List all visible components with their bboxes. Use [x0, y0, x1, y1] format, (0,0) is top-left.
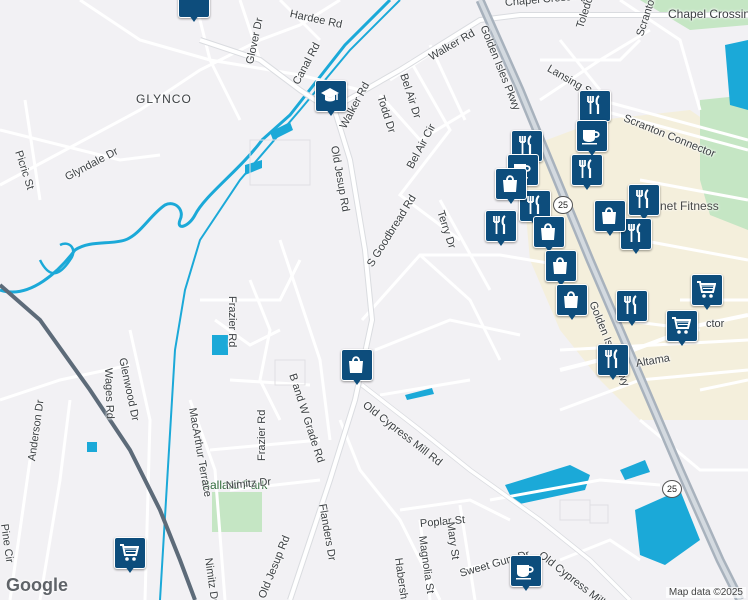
shopping-cart-icon: [697, 281, 716, 298]
business-label-fitness[interactable]: net Fitness: [660, 199, 719, 213]
poi-marker-cafe[interactable]: [510, 555, 542, 593]
poi-marker-shopping[interactable]: [556, 284, 588, 322]
map-view[interactable]: GLYNCO Ballard Park net Fitness Chapel C…: [0, 0, 748, 600]
pond: [87, 442, 97, 452]
poi-marker-school[interactable]: [315, 80, 347, 118]
restaurant-icon: [579, 159, 592, 178]
restaurant-icon: [527, 195, 540, 214]
poi-marker-grocery[interactable]: [114, 537, 146, 575]
poi-marker-partial[interactable]: [178, 0, 210, 24]
shopping-cart-icon: [672, 317, 691, 334]
shopping-bag-icon: [564, 291, 578, 308]
poi-marker-shopping[interactable]: [594, 200, 626, 238]
coffee-icon: [516, 565, 534, 580]
place-label-glynco: GLYNCO: [136, 92, 192, 106]
poi-marker-shopping[interactable]: [341, 349, 373, 387]
poi-marker-restaurant[interactable]: [571, 154, 603, 192]
street-label-chapel-crossing-top: Chapel Crossin: [668, 7, 748, 21]
poi-marker-shopping[interactable]: [545, 250, 577, 288]
poi-marker-cafe[interactable]: [576, 120, 608, 158]
street-label-frazier-rd-1: Frazier Rd: [226, 296, 238, 348]
poi-marker-restaurant[interactable]: [597, 344, 629, 382]
route-shield: 25: [662, 480, 682, 498]
coffee-icon: [582, 130, 600, 145]
restaurant-icon: [628, 223, 641, 242]
map-attribution[interactable]: Map data ©2025: [665, 587, 746, 598]
street-label-frazier-rd-2: Frazier Rd: [256, 409, 268, 461]
shopping-bag-icon: [503, 175, 517, 192]
shopping-bag-icon: [553, 257, 567, 274]
restaurant-icon: [605, 349, 618, 368]
shopping-bag-icon: [349, 356, 363, 373]
shopping-cart-icon: [120, 544, 139, 561]
route-shield: 25: [553, 196, 573, 214]
poi-marker-restaurant[interactable]: [616, 290, 648, 328]
google-logo[interactable]: Google: [6, 575, 68, 596]
street-label-wages-rd: Wages Rd: [102, 367, 116, 420]
restaurant-icon: [519, 135, 532, 154]
restaurant-icon: [636, 189, 649, 208]
poi-marker-restaurant[interactable]: [628, 184, 660, 222]
pond: [620, 460, 650, 480]
restaurant-icon: [493, 215, 506, 234]
poi-marker-shopping[interactable]: [533, 216, 565, 254]
street-label-connector: ctor: [706, 318, 725, 330]
shopping-bag-icon: [541, 223, 555, 240]
restaurant-icon: [624, 295, 637, 314]
restaurant-icon: [587, 95, 600, 114]
poi-marker-shopping[interactable]: [495, 168, 527, 206]
poi-marker-grocery[interactable]: [691, 274, 723, 312]
poi-marker-grocery[interactable]: [666, 310, 698, 348]
poi-marker-restaurant[interactable]: [485, 210, 517, 248]
school-icon: [321, 88, 339, 102]
shopping-bag-icon: [602, 207, 616, 224]
